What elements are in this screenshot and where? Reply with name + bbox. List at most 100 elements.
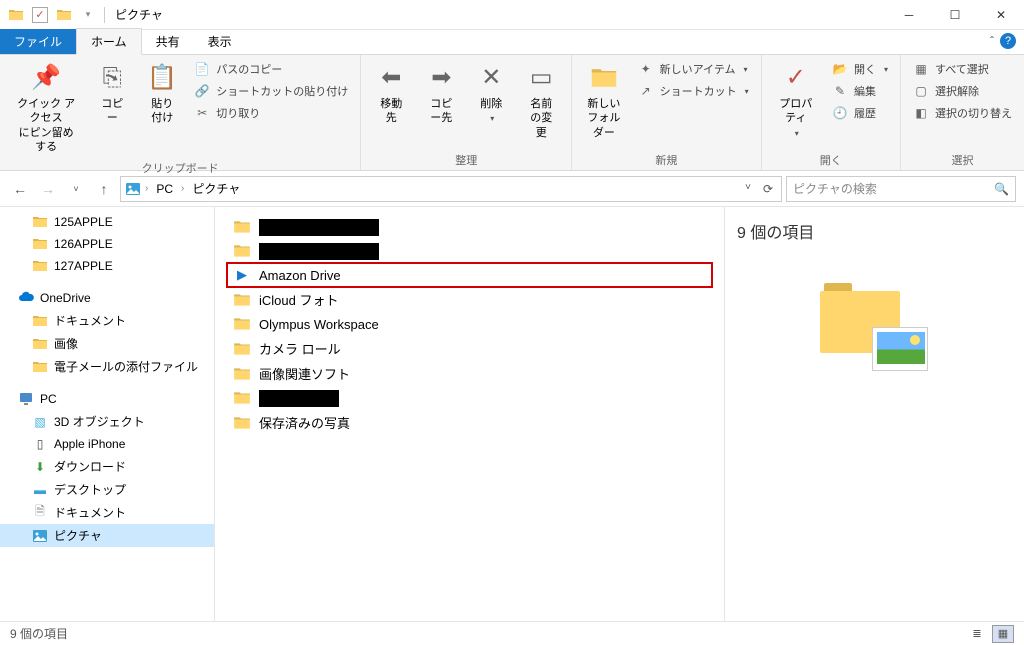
list-item-saved[interactable]: 保存済みの写真 bbox=[227, 410, 712, 435]
minimize-button[interactable]: ─ bbox=[886, 0, 932, 30]
invert-selection-button[interactable]: ◧選択の切り替え bbox=[909, 103, 1016, 123]
cut-button[interactable]: ✂切り取り bbox=[190, 103, 352, 123]
rename-icon: ▭ bbox=[525, 62, 557, 94]
folder-icon bbox=[32, 313, 48, 329]
shortcut-icon: ↗ bbox=[638, 83, 654, 99]
close-button[interactable]: ✕ bbox=[978, 0, 1024, 30]
folder-icon bbox=[32, 359, 48, 375]
tree-item-126apple[interactable]: 126APPLE bbox=[0, 233, 214, 255]
tab-home[interactable]: ホーム bbox=[76, 28, 142, 55]
select-all-button[interactable]: ▦すべて選択 bbox=[909, 59, 1016, 79]
list-item[interactable] bbox=[227, 386, 712, 410]
tree-item-images-od[interactable]: 画像 bbox=[0, 332, 214, 355]
tree-item-onedrive[interactable]: OneDrive bbox=[0, 287, 214, 309]
edit-button[interactable]: ✎編集 bbox=[828, 81, 892, 101]
tree-item-3d-objects[interactable]: ▧3D オブジェクト bbox=[0, 410, 214, 433]
tree-item-125apple[interactable]: 125APPLE bbox=[0, 211, 214, 233]
copy-button[interactable]: ⎘ コピー bbox=[90, 59, 134, 129]
folder-icon[interactable] bbox=[56, 7, 72, 23]
history-button[interactable]: 🕘履歴 bbox=[828, 103, 892, 123]
download-icon: ⬇ bbox=[32, 459, 48, 475]
address-dropdown-icon[interactable]: ˅ bbox=[739, 182, 757, 196]
pin-to-quick-access-button[interactable]: 📌 クイック アクセス にピン留めする bbox=[8, 59, 84, 157]
open-button[interactable]: 📂開く▾ bbox=[828, 59, 892, 79]
back-button[interactable]: ← bbox=[8, 177, 32, 201]
tree-item-iphone[interactable]: ▯Apple iPhone bbox=[0, 433, 214, 455]
properties-button[interactable]: ✓プロパティ▾ bbox=[770, 59, 822, 142]
search-input[interactable]: ピクチャの検索 🔍 bbox=[786, 176, 1016, 202]
collapse-ribbon-icon[interactable]: ˆ bbox=[990, 34, 994, 48]
view-details-button[interactable]: ≣ bbox=[966, 625, 988, 643]
list-item-icloud[interactable]: iCloud フォト bbox=[227, 287, 712, 312]
up-button[interactable]: ↑ bbox=[92, 177, 116, 201]
folder-icon bbox=[233, 389, 251, 407]
search-icon[interactable]: 🔍 bbox=[994, 182, 1009, 196]
phone-icon: ▯ bbox=[32, 436, 48, 452]
list-item[interactable] bbox=[227, 239, 712, 263]
address-bar[interactable]: › PC › ピクチャ ˅ ⟳ bbox=[120, 176, 782, 202]
pictures-icon bbox=[125, 181, 141, 197]
ribbon: 📌 クイック アクセス にピン留めする ⎘ コピー 📋 貼り付け 📄パスのコピー… bbox=[0, 55, 1024, 171]
checkbox-icon[interactable]: ✓ bbox=[32, 7, 48, 23]
pin-icon: 📌 bbox=[30, 62, 62, 94]
list-item-amazon[interactable]: ▶Amazon Drive bbox=[227, 263, 712, 287]
new-folder-button[interactable]: 新しい フォルダー bbox=[580, 59, 627, 143]
tree-item-pictures[interactable]: ピクチャ bbox=[0, 524, 214, 547]
redacted-name bbox=[259, 390, 339, 407]
folder-icon bbox=[32, 214, 48, 230]
list-item-olympus[interactable]: Olympus Workspace bbox=[227, 312, 712, 336]
recent-button[interactable]: ˅ bbox=[64, 177, 88, 201]
forward-button[interactable]: → bbox=[36, 177, 60, 201]
status-count: 9 個の項目 bbox=[10, 625, 68, 642]
ribbon-group-clipboard: 📌 クイック アクセス にピン留めする ⎘ コピー 📋 貼り付け 📄パスのコピー… bbox=[0, 55, 361, 170]
desktop-icon: ▬ bbox=[32, 482, 48, 498]
folder-icon bbox=[233, 340, 251, 358]
tree-item-desktop[interactable]: ▬デスクトップ bbox=[0, 478, 214, 501]
new-item-icon: ✦ bbox=[638, 61, 654, 77]
copy-path-button[interactable]: 📄パスのコピー bbox=[190, 59, 352, 79]
breadcrumb-pc[interactable]: PC bbox=[152, 180, 177, 198]
refresh-icon[interactable]: ⟳ bbox=[759, 182, 777, 196]
tree-item-documents-od[interactable]: ドキュメント bbox=[0, 309, 214, 332]
tab-view[interactable]: 表示 bbox=[194, 29, 246, 54]
file-list[interactable]: ▶Amazon Drive iCloud フォト Olympus Workspa… bbox=[215, 207, 724, 621]
tree-item-email-attach[interactable]: 電子メールの添付ファイル bbox=[0, 355, 214, 378]
pc-icon bbox=[18, 391, 34, 407]
maximize-button[interactable]: ☐ bbox=[932, 0, 978, 30]
tree-item-documents[interactable]: 🗎ドキュメント bbox=[0, 501, 214, 524]
new-shortcut-button[interactable]: ↗ショートカット▾ bbox=[634, 81, 753, 101]
paste-shortcut-button[interactable]: 🔗ショートカットの貼り付け bbox=[190, 81, 352, 101]
tab-file[interactable]: ファイル bbox=[0, 29, 76, 54]
move-icon: ⬅ bbox=[375, 62, 407, 94]
folder-thumbnail bbox=[820, 283, 930, 373]
move-to-button[interactable]: ⬅移動先 bbox=[369, 59, 413, 129]
list-item-soft[interactable]: 画像関連ソフト bbox=[227, 361, 712, 386]
copy-to-icon: ➡ bbox=[425, 62, 457, 94]
delete-button[interactable]: ✕削除▾ bbox=[469, 59, 513, 128]
copy-to-button[interactable]: ➡コピー先 bbox=[419, 59, 463, 129]
list-item[interactable] bbox=[227, 215, 712, 239]
navigation-tree[interactable]: 125APPLE 126APPLE 127APPLE OneDrive ドキュメ… bbox=[0, 207, 215, 621]
tree-item-pc[interactable]: PC bbox=[0, 388, 214, 410]
tree-item-127apple[interactable]: 127APPLE bbox=[0, 255, 214, 277]
copy-icon: ⎘ bbox=[96, 62, 128, 94]
ribbon-group-organize: ⬅移動先 ➡コピー先 ✕削除▾ ▭名前 の変更 整理 bbox=[361, 55, 572, 170]
group-label: 新規 bbox=[580, 149, 752, 168]
tree-item-downloads[interactable]: ⬇ダウンロード bbox=[0, 455, 214, 478]
view-large-button[interactable]: ▦ bbox=[992, 625, 1014, 643]
rename-button[interactable]: ▭名前 の変更 bbox=[519, 59, 563, 143]
folder-icon bbox=[32, 336, 48, 352]
new-item-button[interactable]: ✦新しいアイテム▾ bbox=[634, 59, 753, 79]
chevron-down-icon[interactable]: ▾ bbox=[80, 7, 96, 23]
paste-button[interactable]: 📋 貼り付け bbox=[140, 59, 184, 129]
redacted-name bbox=[259, 219, 379, 236]
select-none-button[interactable]: ▢選択解除 bbox=[909, 81, 1016, 101]
ribbon-tabs: ファイル ホーム 共有 表示 ˆ ? bbox=[0, 30, 1024, 55]
tab-share[interactable]: 共有 bbox=[142, 29, 194, 54]
open-icon: 📂 bbox=[832, 61, 848, 77]
shortcut-icon: 🔗 bbox=[194, 83, 210, 99]
help-icon[interactable]: ? bbox=[1000, 33, 1016, 49]
select-none-icon: ▢ bbox=[913, 83, 929, 99]
breadcrumb-pictures[interactable]: ピクチャ bbox=[188, 178, 244, 199]
list-item-camera[interactable]: カメラ ロール bbox=[227, 336, 712, 361]
